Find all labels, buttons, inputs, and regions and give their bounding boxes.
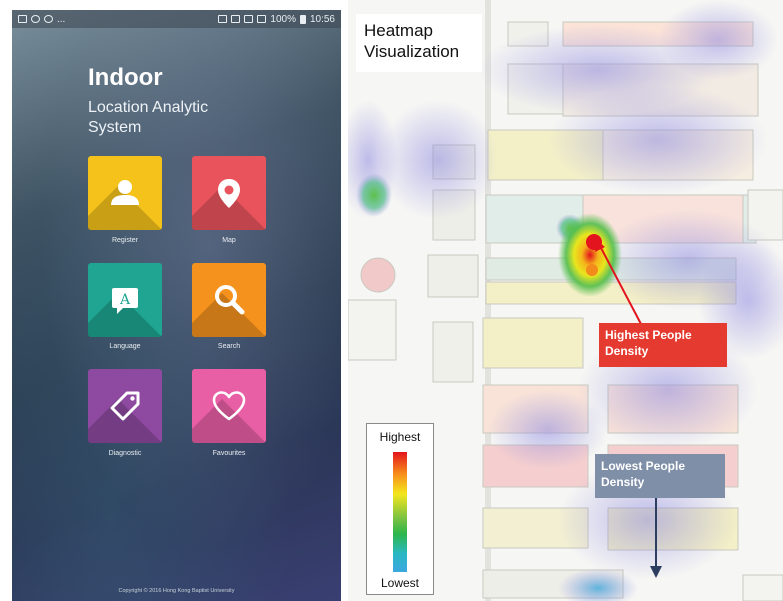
legend-lowest-label: Lowest xyxy=(380,576,420,590)
heatmap-panel: Heatmap Visualization Highest People Den… xyxy=(348,0,783,601)
map-button[interactable] xyxy=(192,156,266,230)
battery-icon xyxy=(299,14,306,24)
notification-icon xyxy=(31,15,40,23)
heatmap-title: Heatmap Visualization xyxy=(356,14,482,72)
nfc-icon xyxy=(218,15,228,23)
phone-screen: ... 100% 10:56 Indoor Location Analytic … xyxy=(12,10,341,601)
copyright-text: Copyright © 2016 Hong Kong Baptist Unive… xyxy=(118,588,235,594)
language-icon: A xyxy=(112,288,138,314)
svg-text:A: A xyxy=(119,292,131,308)
highest-density-callout: Highest People Density xyxy=(599,323,727,367)
signal-icon xyxy=(257,15,267,23)
legend-color-scale xyxy=(393,452,407,572)
legend-highest-label: Highest xyxy=(379,430,421,444)
language-label: Language xyxy=(109,343,141,350)
map-pin-icon xyxy=(218,179,240,208)
map-label: Map xyxy=(222,237,236,244)
diagnostic-button[interactable] xyxy=(88,369,162,443)
search-label: Search xyxy=(217,343,241,350)
wifi-icon xyxy=(244,15,254,23)
battery-percent: 100% xyxy=(270,13,296,25)
register-button[interactable] xyxy=(88,156,162,230)
screen-icon xyxy=(18,15,27,23)
user-icon xyxy=(111,180,139,205)
register-label: Register xyxy=(111,237,139,244)
favourites-button[interactable] xyxy=(192,369,266,443)
favourites-label: Favourites xyxy=(212,450,246,457)
heart-icon xyxy=(212,391,246,421)
more-notifications: ... xyxy=(57,13,66,25)
search-icon xyxy=(215,285,245,315)
mute-icon xyxy=(231,15,241,23)
app-title: Indoor xyxy=(88,64,163,91)
lowest-density-callout: Lowest People Density xyxy=(595,454,725,498)
search-button[interactable] xyxy=(192,263,266,337)
app-subtitle: Location Analytic System xyxy=(88,99,209,136)
language-button[interactable]: A xyxy=(88,263,162,337)
tag-icon xyxy=(110,391,140,421)
app-notification-icon xyxy=(44,15,53,23)
density-legend: Highest Lowest xyxy=(366,423,434,595)
diagnostic-label: Diagnostic xyxy=(108,450,142,457)
status-bar: ... 100% 10:56 xyxy=(12,10,341,28)
clock: 10:56 xyxy=(309,13,335,25)
